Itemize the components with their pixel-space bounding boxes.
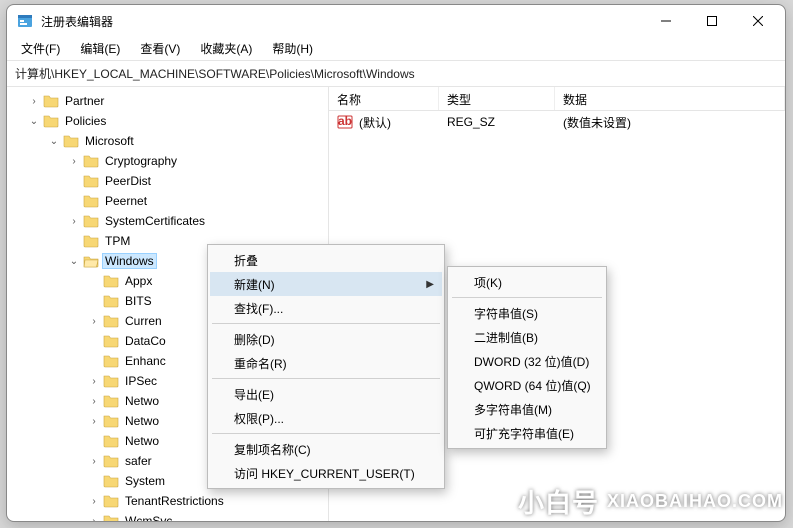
- ctx-find[interactable]: 查找(F)...: [210, 296, 442, 320]
- ctx-new-qword[interactable]: QWORD (64 位)值(Q): [450, 373, 604, 397]
- ctx-new-binary[interactable]: 二进制值(B): [450, 325, 604, 349]
- collapse-icon[interactable]: ⌄: [67, 256, 81, 267]
- ctx-new[interactable]: 新建(N)▶: [210, 272, 442, 296]
- context-submenu-new: 项(K) 字符串值(S) 二进制值(B) DWORD (32 位)值(D) QW…: [447, 266, 607, 449]
- tree-item-microsoft[interactable]: ⌄Microsoft: [7, 131, 328, 151]
- menu-edit[interactable]: 编辑(E): [72, 37, 128, 60]
- value-data: (数值未设置): [555, 114, 785, 131]
- folder-icon: [43, 94, 59, 108]
- tree-item-partner[interactable]: ›Partner: [7, 91, 328, 111]
- column-data[interactable]: 数据: [555, 87, 785, 110]
- expand-icon[interactable]: ›: [87, 396, 101, 407]
- ctx-goto-hkcu[interactable]: 访问 HKEY_CURRENT_USER(T): [210, 461, 442, 485]
- address-bar[interactable]: 计算机\HKEY_LOCAL_MACHINE\SOFTWARE\Policies…: [7, 61, 785, 87]
- column-name[interactable]: 名称: [329, 87, 439, 110]
- watermark-en: XIAOBAIHAO.COM: [607, 491, 783, 512]
- expand-icon[interactable]: ›: [87, 496, 101, 507]
- submenu-arrow-icon: ▶: [426, 279, 434, 290]
- separator: [452, 297, 602, 298]
- menubar: 文件(F) 编辑(E) 查看(V) 收藏夹(A) 帮助(H): [7, 37, 785, 61]
- tree-item-cryptography[interactable]: ›Cryptography: [7, 151, 328, 171]
- value-type: REG_SZ: [439, 115, 555, 129]
- folder-icon: [103, 514, 119, 521]
- ctx-permissions[interactable]: 权限(P)...: [210, 406, 442, 430]
- string-value-icon: ab: [337, 115, 353, 129]
- folder-icon: [83, 234, 99, 248]
- folder-icon: [103, 294, 119, 308]
- separator: [212, 378, 440, 379]
- folder-icon: [103, 374, 119, 388]
- folder-icon: [103, 454, 119, 468]
- ctx-delete[interactable]: 删除(D): [210, 327, 442, 351]
- collapse-icon[interactable]: ⌄: [27, 116, 41, 127]
- broadcast-icon: [476, 485, 510, 519]
- menu-view[interactable]: 查看(V): [132, 37, 188, 60]
- folder-icon: [103, 414, 119, 428]
- folder-icon: [103, 394, 119, 408]
- tree-item-peerdist[interactable]: PeerDist: [7, 171, 328, 191]
- folder-icon: [63, 134, 79, 148]
- ctx-new-expandstring[interactable]: 可扩充字符串值(E): [450, 421, 604, 445]
- tree-item-systemcertificates[interactable]: ›SystemCertificates: [7, 211, 328, 231]
- maximize-button[interactable]: [689, 6, 735, 36]
- ctx-new-key[interactable]: 项(K): [450, 270, 604, 294]
- value-name: (默认): [359, 114, 391, 131]
- svg-text:ab: ab: [338, 115, 352, 128]
- folder-icon: [103, 434, 119, 448]
- folder-icon: [83, 154, 99, 168]
- separator: [212, 433, 440, 434]
- folder-icon: [103, 494, 119, 508]
- collapse-icon[interactable]: ⌄: [47, 136, 61, 147]
- ctx-copy-key-name[interactable]: 复制项名称(C): [210, 437, 442, 461]
- folder-icon: [103, 474, 119, 488]
- folder-icon: [83, 194, 99, 208]
- window-title: 注册表编辑器: [41, 13, 643, 30]
- expand-icon[interactable]: ›: [67, 156, 81, 167]
- ctx-rename[interactable]: 重命名(R): [210, 351, 442, 375]
- expand-icon[interactable]: ›: [87, 516, 101, 522]
- separator: [212, 323, 440, 324]
- tree-item-tenantrestrictions[interactable]: ›TenantRestrictions: [7, 491, 328, 511]
- watermark-cn: 小白号: [518, 483, 599, 520]
- folder-icon: [43, 114, 59, 128]
- list-row[interactable]: ab (默认) REG_SZ (数值未设置): [329, 111, 785, 133]
- ctx-collapse[interactable]: 折叠: [210, 248, 442, 272]
- close-button[interactable]: [735, 6, 781, 36]
- folder-open-icon: [83, 254, 99, 268]
- folder-icon: [103, 334, 119, 348]
- ctx-new-dword[interactable]: DWORD (32 位)值(D): [450, 349, 604, 373]
- column-type[interactable]: 类型: [439, 87, 555, 110]
- regedit-icon: [17, 13, 33, 29]
- expand-icon[interactable]: ›: [67, 216, 81, 227]
- menu-help[interactable]: 帮助(H): [264, 37, 321, 60]
- ctx-new-string[interactable]: 字符串值(S): [450, 301, 604, 325]
- ctx-export[interactable]: 导出(E): [210, 382, 442, 406]
- folder-icon: [83, 174, 99, 188]
- tree-item-wcmsvc[interactable]: ›WcmSvc: [7, 511, 328, 521]
- expand-icon[interactable]: ›: [87, 376, 101, 387]
- tree-item-policies[interactable]: ⌄Policies: [7, 111, 328, 131]
- minimize-button[interactable]: [643, 6, 689, 36]
- ctx-new-multistring[interactable]: 多字符串值(M): [450, 397, 604, 421]
- folder-icon: [103, 314, 119, 328]
- titlebar[interactable]: 注册表编辑器: [7, 5, 785, 37]
- expand-icon[interactable]: ›: [27, 96, 41, 107]
- list-header: 名称 类型 数据: [329, 87, 785, 111]
- tree-item-peernet[interactable]: Peernet: [7, 191, 328, 211]
- menu-file[interactable]: 文件(F): [13, 37, 68, 60]
- expand-icon[interactable]: ›: [87, 416, 101, 427]
- folder-icon: [103, 274, 119, 288]
- folder-icon: [103, 354, 119, 368]
- expand-icon[interactable]: ›: [87, 316, 101, 327]
- context-menu: 折叠 新建(N)▶ 查找(F)... 删除(D) 重命名(R) 导出(E) 权限…: [207, 244, 445, 489]
- menu-favorites[interactable]: 收藏夹(A): [192, 37, 260, 60]
- expand-icon[interactable]: ›: [87, 456, 101, 467]
- watermark: 小白号 XIAOBAIHAO.COM: [476, 483, 783, 520]
- folder-icon: [83, 214, 99, 228]
